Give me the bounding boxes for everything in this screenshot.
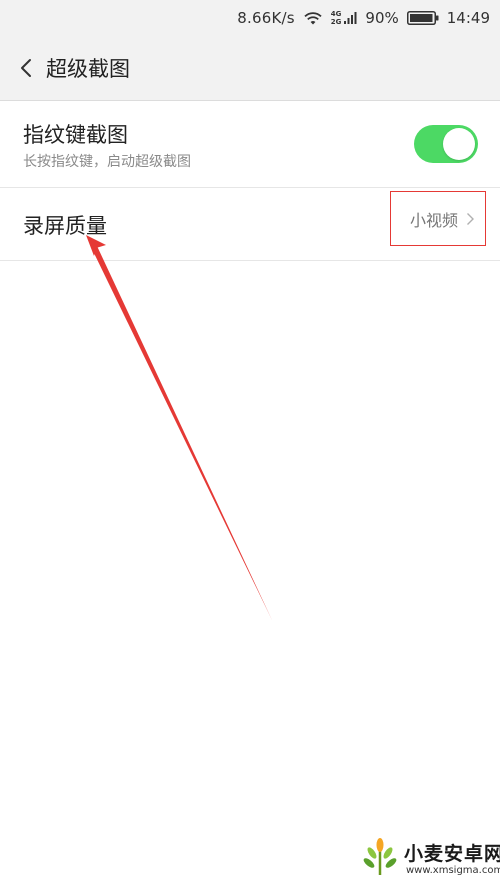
chevron-left-icon[interactable]	[16, 57, 38, 79]
watermark-url: www.xmsigma.com	[406, 865, 500, 876]
record-quality-value: 小视频	[409, 210, 458, 230]
network-speed: 8.66K/s	[237, 9, 295, 27]
watermark-brand: 小麦安卓网	[404, 843, 500, 865]
arrow-shaft	[92, 246, 272, 620]
fingerprint-subtitle: 长按指纹键，启动超级截图	[23, 154, 191, 170]
clock: 14:49	[446, 9, 490, 27]
toggle-knob	[443, 128, 475, 160]
setting-row-fingerprint-screenshot[interactable]: 指纹键截图 长按指纹键，启动超级截图	[0, 101, 500, 188]
status-right: 8.66K/s 4G 2G 90% 14:49	[237, 0, 490, 36]
status-bar: 8.66K/s 4G 2G 90% 14:49	[0, 0, 500, 36]
watermark: 小麦安卓网 www.xmsigma.com	[358, 827, 500, 887]
wheat-logo-icon	[363, 838, 397, 875]
network-type-top: 4G	[330, 10, 342, 18]
chevron-right-icon	[467, 212, 474, 225]
wifi-icon	[304, 12, 322, 25]
record-quality-title: 录屏质量	[23, 214, 107, 238]
battery-percent: 90%	[365, 9, 399, 27]
screen: 8.66K/s 4G 2G 90% 14:49 超级截图 指纹键截图 长按指纹键…	[0, 0, 500, 889]
fingerprint-toggle[interactable]	[414, 125, 478, 163]
network-type: 4G 2G	[331, 10, 342, 26]
fingerprint-title: 指纹键截图	[23, 123, 128, 147]
battery-icon	[406, 11, 439, 25]
signal-icon	[344, 12, 357, 24]
setting-row-record-quality[interactable]: 录屏质量 小视频	[0, 188, 500, 261]
cellular-signal: 4G 2G	[331, 10, 358, 26]
network-type-bottom: 2G	[330, 18, 342, 26]
header: 超级截图	[0, 36, 500, 101]
record-quality-value-highlight[interactable]: 小视频	[390, 191, 486, 246]
page-title: 超级截图	[46, 57, 130, 81]
